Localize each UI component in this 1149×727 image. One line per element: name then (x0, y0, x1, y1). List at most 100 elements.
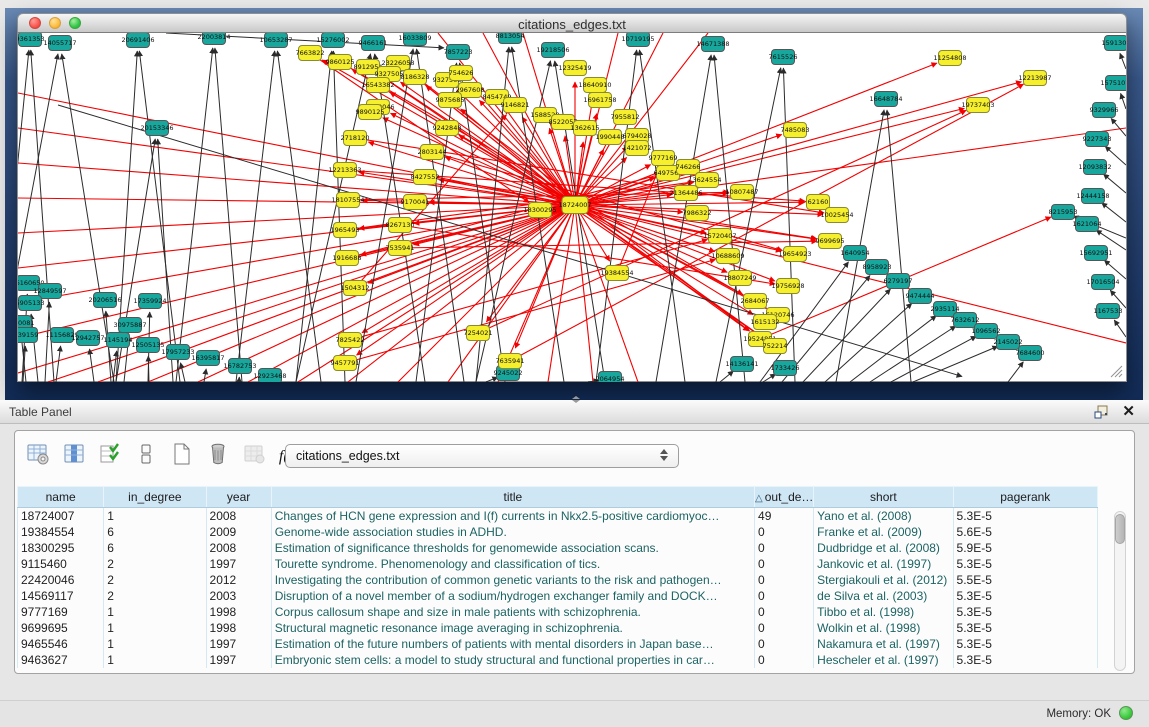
graph-node[interactable]: 18807249 (723, 271, 756, 286)
table-cell[interactable]: 0 (755, 572, 814, 588)
graph-node[interactable]: 7615526 (769, 50, 798, 65)
graph-node[interactable]: 15276002 (316, 33, 349, 48)
table-cell[interactable]: Changes of HCN gene expression and I(f) … (271, 508, 754, 524)
graph-node[interactable]: 12213987 (1018, 71, 1051, 86)
row-selection-icon[interactable] (95, 442, 125, 472)
graph-node[interactable]: 18107554 (331, 193, 364, 208)
graph-node[interactable]: 12325419 (558, 61, 591, 76)
table-cell[interactable]: 2003 (206, 588, 271, 604)
graph-node[interactable]: 16033809 (398, 33, 431, 46)
graph-node[interactable]: 9329966 (1090, 103, 1119, 118)
graph-node[interactable]: 752214 (763, 339, 788, 354)
table-cell[interactable]: 9777169 (18, 604, 104, 620)
graph-node[interactable]: 10719195 (621, 33, 654, 47)
table-row[interactable]: 977716911998Corpus callosum shape and si… (18, 604, 1098, 620)
graph-node[interactable]: 12923468 (253, 369, 286, 383)
graph-node[interactable]: 16395817 (191, 351, 224, 366)
column-header-in-degree[interactable]: in_degree (104, 487, 206, 508)
column-header-pagerank[interactable]: pagerank (953, 487, 1097, 508)
graph-node[interactable]: 11254808 (933, 51, 966, 66)
graph-node[interactable]: 2718120 (341, 131, 370, 146)
graph-node[interactable]: 7857223 (444, 45, 473, 60)
table-cell[interactable]: 5.3E-5 (953, 636, 1097, 652)
table-cell[interactable]: Yano et al. (2008) (814, 508, 953, 524)
graph-node[interactable]: 7684600 (1016, 346, 1045, 361)
table-cell[interactable]: 9463627 (18, 652, 104, 668)
graph-node[interactable]: 12942757 (71, 331, 104, 346)
table-cell[interactable]: 18300295 (18, 540, 104, 556)
table-cell[interactable]: 2 (104, 572, 206, 588)
table-cell[interactable]: 6 (104, 524, 206, 540)
graph-node[interactable]: 20691406 (121, 33, 154, 48)
graph-node[interactable]: 2145022 (994, 335, 1023, 350)
table-cell[interactable]: 0 (755, 604, 814, 620)
graph-node[interactable]: 8427552 (411, 170, 440, 185)
graph-node[interactable]: 8186328 (401, 70, 430, 85)
graph-node[interactable]: 7825422 (336, 333, 365, 348)
graph-node[interactable]: 9777169 (649, 151, 678, 166)
table-row[interactable]: 911546021997Tourette syndrome. Phenomeno… (18, 556, 1098, 572)
table-cell[interactable]: 1998 (206, 604, 271, 620)
graph-node[interactable]: 8813054 (496, 33, 525, 44)
table-cell[interactable]: 0 (755, 588, 814, 604)
table-settings-icon[interactable] (23, 442, 53, 472)
graph-node[interactable]: 9466161 (359, 36, 388, 51)
graph-node[interactable]: 1421072 (623, 141, 652, 156)
table-cell[interactable]: 2 (104, 556, 206, 572)
graph-node[interactable]: 1096562 (972, 324, 1001, 339)
graph-node[interactable]: 1145194 (104, 333, 133, 348)
graph-node[interactable]: 10025454 (820, 208, 853, 223)
graph-node[interactable]: 14136141 (725, 357, 758, 372)
graph-node[interactable]: 14055717 (43, 36, 76, 51)
graph-node[interactable]: 9361353 (18, 33, 44, 47)
graph-node[interactable]: 10688609 (711, 249, 744, 264)
scrollbar-thumb[interactable] (1115, 514, 1125, 544)
table-cell[interactable]: 18724007 (18, 508, 104, 524)
graph-node[interactable]: 7485083 (781, 123, 810, 138)
graph-node[interactable]: 14671388 (696, 37, 729, 52)
column-header-short[interactable]: short (814, 487, 953, 508)
table-cell[interactable]: 2012 (206, 572, 271, 588)
table-row[interactable]: 2242004622012Investigating the contribut… (18, 572, 1098, 588)
graph-node[interactable]: 16961758 (583, 93, 616, 108)
table-cell[interactable]: 14569117 (18, 588, 104, 604)
vertical-scrollbar[interactable] (1114, 511, 1126, 671)
graph-node[interactable]: 9860125 (326, 55, 355, 70)
table-cell[interactable]: 5.3E-5 (953, 556, 1097, 572)
graph-node[interactable]: 22003814 (197, 33, 230, 45)
table-cell[interactable]: 1 (104, 620, 206, 636)
column-header-year[interactable]: year (206, 487, 271, 508)
graph-node[interactable]: 7254021 (464, 326, 493, 341)
table-cell[interactable]: de Silva et al. (2003) (814, 588, 953, 604)
graph-node[interactable]: 17016504 (1086, 275, 1119, 290)
table-cell[interactable]: 1997 (206, 636, 271, 652)
graph-node[interactable]: 2803144 (418, 145, 447, 160)
table-cell[interactable]: 5.6E-5 (953, 524, 1097, 540)
table-cell[interactable]: Wolkin et al. (1998) (814, 620, 953, 636)
graph-node[interactable]: 18724007 (558, 197, 591, 214)
table-cell[interactable]: Jankovic et al. (1997) (814, 556, 953, 572)
float-window-icon[interactable] (1093, 404, 1109, 420)
table-row[interactable]: 1456911722003Disruption of a novel membe… (18, 588, 1098, 604)
table-cell[interactable]: 5.3E-5 (953, 652, 1097, 668)
table-cell[interactable]: Tourette syndrome. Phenomenology and cla… (271, 556, 754, 572)
table-cell[interactable]: Hescheler et al. (1997) (814, 652, 953, 668)
table-cell[interactable]: 1997 (206, 556, 271, 572)
column-header-title[interactable]: title (271, 487, 754, 508)
resize-grip-icon[interactable] (1110, 365, 1123, 378)
graph-node[interactable]: 2684067 (741, 294, 770, 309)
graph-node[interactable]: 754626 (449, 66, 474, 81)
graph-node[interactable]: 20153346 (140, 121, 173, 136)
table-cell[interactable]: Corpus callosum shape and size in male p… (271, 604, 754, 620)
delete-column-icon[interactable] (203, 442, 233, 472)
graph-node[interactable]: 15692951 (1079, 246, 1112, 261)
graph-node[interactable]: 939159 (18, 328, 38, 343)
graph-node[interactable]: 7535941 (386, 241, 415, 256)
table-cell[interactable]: 0 (755, 540, 814, 556)
graph-node[interactable]: 9170041 (401, 195, 430, 210)
row-height-icon[interactable] (131, 442, 161, 472)
table-cell[interactable]: 0 (755, 556, 814, 572)
graph-node[interactable]: 62160 (807, 195, 830, 210)
graph-node[interactable]: 7955812 (611, 110, 640, 125)
graph-node[interactable]: 9146821 (501, 98, 530, 113)
